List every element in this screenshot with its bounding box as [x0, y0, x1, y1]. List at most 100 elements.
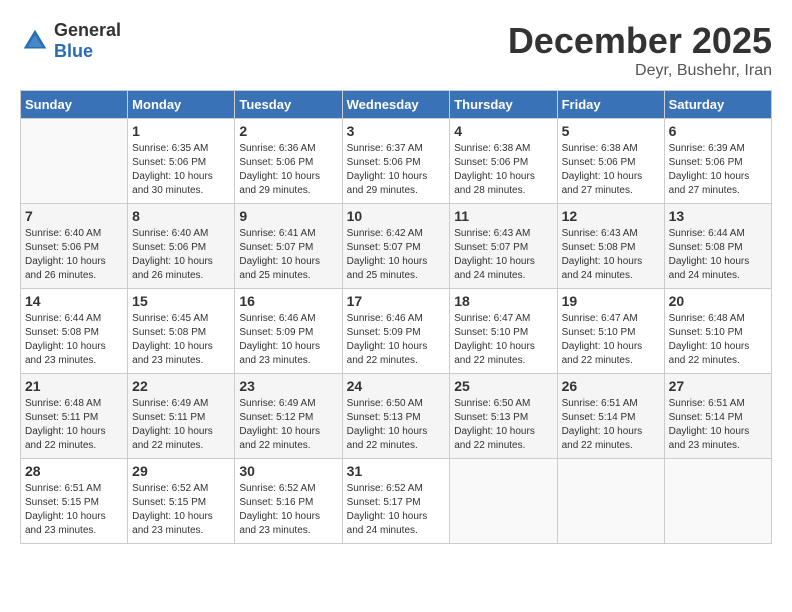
day-info: Sunrise: 6:46 AMSunset: 5:09 PMDaylight:…	[347, 312, 446, 368]
day-info: Sunrise: 6:40 AMSunset: 5:06 PMDaylight:…	[132, 227, 230, 283]
calendar-cell: 26 Sunrise: 6:51 AMSunset: 5:14 PMDayligh…	[557, 374, 664, 459]
day-number: 12	[562, 208, 660, 224]
day-number: 31	[347, 463, 446, 479]
day-info: Sunrise: 6:38 AMSunset: 5:06 PMDaylight:…	[454, 142, 552, 198]
day-number: 15	[132, 293, 230, 309]
day-info: Sunrise: 6:41 AMSunset: 5:07 PMDaylight:…	[239, 227, 337, 283]
calendar-cell: 16 Sunrise: 6:46 AMSunset: 5:09 PMDayligh…	[235, 289, 342, 374]
day-number: 4	[454, 123, 552, 139]
day-info: Sunrise: 6:50 AMSunset: 5:13 PMDaylight:…	[347, 397, 446, 453]
day-info: Sunrise: 6:43 AMSunset: 5:08 PMDaylight:…	[562, 227, 660, 283]
day-number: 29	[132, 463, 230, 479]
logo: General Blue	[20, 20, 121, 62]
calendar-cell: 31 Sunrise: 6:52 AMSunset: 5:17 PMDayligh…	[342, 459, 450, 544]
day-number: 27	[669, 378, 767, 394]
calendar-cell: 20Sunrise: 6:48 AMSunset: 5:10 PMDayligh…	[664, 289, 771, 374]
day-info: Sunrise: 6:51 AMSunset: 5:14 PMDaylight:…	[669, 397, 767, 453]
day-number: 6	[669, 123, 767, 139]
day-number: 17	[347, 293, 446, 309]
calendar-row-1: 1 Sunrise: 6:35 AMSunset: 5:06 PMDaylight…	[21, 119, 772, 204]
day-info: Sunrise: 6:51 AMSunset: 5:14 PMDaylight:…	[562, 397, 660, 453]
day-info: Sunrise: 6:45 AMSunset: 5:08 PMDaylight:…	[132, 312, 230, 368]
day-number: 26	[562, 378, 660, 394]
calendar-row-4: 21 Sunrise: 6:48 AMSunset: 5:11 PMDayligh…	[21, 374, 772, 459]
calendar-row-5: 28 Sunrise: 6:51 AMSunset: 5:15 PMDayligh…	[21, 459, 772, 544]
day-info: Sunrise: 6:44 AMSunset: 5:08 PMDaylight:…	[25, 312, 123, 368]
day-info: Sunrise: 6:50 AMSunset: 5:13 PMDaylight:…	[454, 397, 552, 453]
day-number: 20	[669, 293, 767, 309]
column-header-monday: Monday	[128, 91, 235, 119]
column-header-tuesday: Tuesday	[235, 91, 342, 119]
calendar-cell: 29 Sunrise: 6:52 AMSunset: 5:15 PMDayligh…	[128, 459, 235, 544]
column-header-saturday: Saturday	[664, 91, 771, 119]
calendar-cell	[21, 119, 128, 204]
day-number: 28	[25, 463, 123, 479]
day-number: 13	[669, 208, 767, 224]
calendar-cell: 15 Sunrise: 6:45 AMSunset: 5:08 PMDayligh…	[128, 289, 235, 374]
day-info: Sunrise: 6:51 AMSunset: 5:15 PMDaylight:…	[25, 482, 123, 538]
calendar-row-3: 14 Sunrise: 6:44 AMSunset: 5:08 PMDayligh…	[21, 289, 772, 374]
day-number: 5	[562, 123, 660, 139]
calendar-cell	[664, 459, 771, 544]
day-number: 21	[25, 378, 123, 394]
day-info: Sunrise: 6:46 AMSunset: 5:09 PMDaylight:…	[239, 312, 337, 368]
day-number: 1	[132, 123, 230, 139]
day-info: Sunrise: 6:48 AMSunset: 5:11 PMDaylight:…	[25, 397, 123, 453]
calendar-cell: 7Sunrise: 6:40 AMSunset: 5:06 PMDaylight…	[21, 204, 128, 289]
day-number: 2	[239, 123, 337, 139]
day-info: Sunrise: 6:36 AMSunset: 5:06 PMDaylight:…	[239, 142, 337, 198]
calendar-header-row: SundayMondayTuesdayWednesdayThursdayFrid…	[21, 91, 772, 119]
day-info: Sunrise: 6:49 AMSunset: 5:11 PMDaylight:…	[132, 397, 230, 453]
day-number: 24	[347, 378, 446, 394]
day-info: Sunrise: 6:35 AMSunset: 5:06 PMDaylight:…	[132, 142, 230, 198]
day-info: Sunrise: 6:40 AMSunset: 5:06 PMDaylight:…	[25, 227, 123, 283]
day-number: 22	[132, 378, 230, 394]
day-info: Sunrise: 6:43 AMSunset: 5:07 PMDaylight:…	[454, 227, 552, 283]
calendar-cell: 23Sunrise: 6:49 AMSunset: 5:12 PMDayligh…	[235, 374, 342, 459]
month-title: December 2025	[508, 20, 772, 62]
calendar-cell: 8 Sunrise: 6:40 AMSunset: 5:06 PMDaylight…	[128, 204, 235, 289]
calendar-cell: 19Sunrise: 6:47 AMSunset: 5:10 PMDayligh…	[557, 289, 664, 374]
calendar-cell	[450, 459, 557, 544]
calendar-cell: 14 Sunrise: 6:44 AMSunset: 5:08 PMDayligh…	[21, 289, 128, 374]
logo-icon	[20, 26, 50, 56]
day-number: 8	[132, 208, 230, 224]
calendar-table: SundayMondayTuesdayWednesdayThursdayFrid…	[20, 90, 772, 544]
day-number: 14	[25, 293, 123, 309]
day-info: Sunrise: 6:44 AMSunset: 5:08 PMDaylight:…	[669, 227, 767, 283]
calendar-cell: 6 Sunrise: 6:39 AMSunset: 5:06 PMDaylight…	[664, 119, 771, 204]
day-info: Sunrise: 6:47 AMSunset: 5:10 PMDaylight:…	[454, 312, 552, 368]
page-header: General Blue December 2025 Deyr, Bushehr…	[20, 20, 772, 80]
calendar-cell: 4 Sunrise: 6:38 AMSunset: 5:06 PMDaylight…	[450, 119, 557, 204]
calendar-cell: 25 Sunrise: 6:50 AMSunset: 5:13 PMDayligh…	[450, 374, 557, 459]
column-header-friday: Friday	[557, 91, 664, 119]
calendar-cell: 30 Sunrise: 6:52 AMSunset: 5:16 PMDayligh…	[235, 459, 342, 544]
logo-text: General Blue	[54, 20, 121, 62]
calendar-cell	[557, 459, 664, 544]
calendar-cell: 21 Sunrise: 6:48 AMSunset: 5:11 PMDayligh…	[21, 374, 128, 459]
day-number: 23	[239, 378, 337, 394]
calendar-cell: 12 Sunrise: 6:43 AMSunset: 5:08 PMDayligh…	[557, 204, 664, 289]
day-number: 25	[454, 378, 552, 394]
day-number: 18	[454, 293, 552, 309]
calendar-cell: 3 Sunrise: 6:37 AMSunset: 5:06 PMDaylight…	[342, 119, 450, 204]
day-info: Sunrise: 6:52 AMSunset: 5:17 PMDaylight:…	[347, 482, 446, 538]
day-info: Sunrise: 6:52 AMSunset: 5:16 PMDaylight:…	[239, 482, 337, 538]
day-info: Sunrise: 6:52 AMSunset: 5:15 PMDaylight:…	[132, 482, 230, 538]
day-number: 9	[239, 208, 337, 224]
day-info: Sunrise: 6:39 AMSunset: 5:06 PMDaylight:…	[669, 142, 767, 198]
calendar-cell: 17 Sunrise: 6:46 AMSunset: 5:09 PMDayligh…	[342, 289, 450, 374]
column-header-wednesday: Wednesday	[342, 91, 450, 119]
day-info: Sunrise: 6:38 AMSunset: 5:06 PMDaylight:…	[562, 142, 660, 198]
calendar-row-2: 7Sunrise: 6:40 AMSunset: 5:06 PMDaylight…	[21, 204, 772, 289]
column-header-thursday: Thursday	[450, 91, 557, 119]
day-info: Sunrise: 6:37 AMSunset: 5:06 PMDaylight:…	[347, 142, 446, 198]
day-number: 3	[347, 123, 446, 139]
day-info: Sunrise: 6:47 AMSunset: 5:10 PMDaylight:…	[562, 312, 660, 368]
day-number: 16	[239, 293, 337, 309]
calendar-cell: 5 Sunrise: 6:38 AMSunset: 5:06 PMDaylight…	[557, 119, 664, 204]
calendar-cell: 24 Sunrise: 6:50 AMSunset: 5:13 PMDayligh…	[342, 374, 450, 459]
location: Deyr, Bushehr, Iran	[508, 62, 772, 80]
day-number: 30	[239, 463, 337, 479]
calendar-cell: 10Sunrise: 6:42 AMSunset: 5:07 PMDayligh…	[342, 204, 450, 289]
